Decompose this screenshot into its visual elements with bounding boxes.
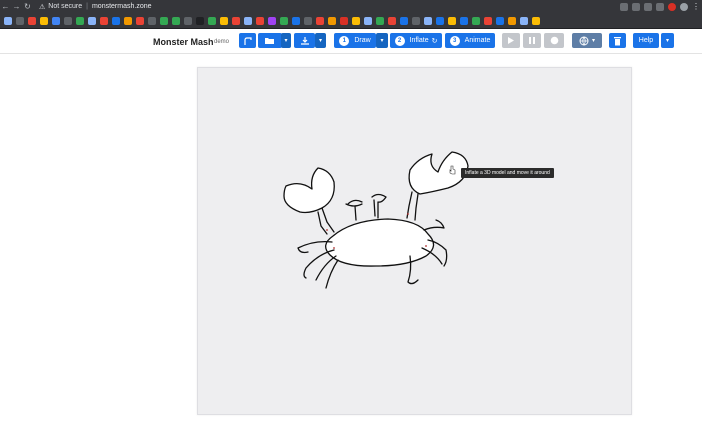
inflate-tooltip: Inflate a 3D model and move it around [461,168,554,178]
right-claw [408,151,469,195]
right-arm [406,191,419,221]
joint-marker [326,229,328,231]
left-eye [347,199,363,221]
right-eye [371,193,387,219]
joint-marker [407,213,409,215]
right-leg-1 [423,219,445,231]
left-leg-4 [325,259,339,289]
left-claw [283,167,335,214]
left-arm [317,207,335,235]
hand-cursor-icon [449,165,456,175]
joint-marker [333,247,335,249]
crab-sketch [283,151,469,289]
crab-body [325,218,435,267]
joint-marker [425,245,427,247]
